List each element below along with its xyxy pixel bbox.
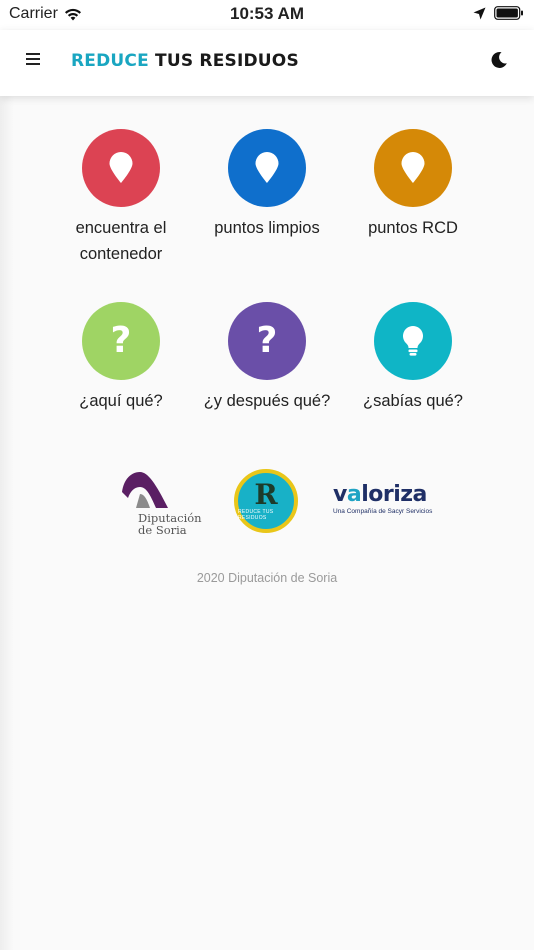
tile-circle [374,129,452,207]
tile-sabias-que[interactable]: ¿sabías qué? [338,302,488,414]
app-bar: REDUCE TUS RESIDUOS [0,30,534,96]
tile-y-despues-que[interactable]: ? ¿y después qué? [192,302,342,414]
valoriza-post: loriza [361,482,427,507]
tile-label: encuentra el contenedor [75,219,167,263]
tile-circle [228,129,306,207]
app-title-part2: TUS RESIDUOS [155,51,299,71]
status-time: 10:53 AM [229,4,304,23]
diputacion-text: Diputación de Soria [138,512,202,536]
app-title-part1: REDUCE [71,51,149,71]
valoriza-pre: v [333,482,347,507]
valoriza-logo: valoriza Una Compañía de Sacyr Servicios [333,484,433,516]
tile-circle [374,302,452,380]
moon-icon[interactable] [490,51,508,69]
tile-puntos-rcd[interactable]: puntos RCD [338,129,488,241]
status-right [473,6,524,20]
valoriza-subtitle: Una Compañía de Sacyr Servicios [333,508,433,515]
tile-label: puntos limpios [214,219,320,237]
tile-circle: ? [228,302,306,380]
valoriza-accent: a [346,482,362,507]
reduce-logo-letter: R [254,478,278,511]
menu-icon[interactable] [26,53,40,67]
diputacion-mark-icon [122,472,168,508]
sponsor-logos: Diputación de Soria R REDUCE TUS RESIDUO… [0,466,534,538]
valoriza-wordmark: valoriza [333,484,432,506]
tile-label: ¿sabías qué? [363,392,463,410]
diputacion-soria-logo: Diputación de Soria [120,470,210,536]
reduce-logo-caption: REDUCE TUS RESIDUOS [238,509,274,521]
tile-aqui-que[interactable]: ? ¿aquí qué? [46,302,196,414]
battery-icon [494,6,523,20]
question-icon: ? [110,320,132,361]
tile-circle: ? [82,302,160,380]
reduce-tus-residuos-logo: R REDUCE TUS RESIDUOS [234,469,298,533]
tile-label: ¿aquí qué? [79,392,163,410]
map-pin-icon [255,152,279,183]
location-arrow-icon [473,7,486,19]
tile-puntos-limpios[interactable]: puntos limpios [192,129,342,241]
lightbulb-icon [402,326,424,356]
tile-label: puntos RCD [368,219,458,237]
footer-copyright: 2020 Diputación de Soria [196,571,338,585]
question-icon: ? [256,320,278,361]
tile-encuentra-contenedor[interactable]: encuentra el contenedor [46,129,196,267]
app-title: REDUCE TUS RESIDUOS [71,51,299,71]
diputacion-line2: de Soria [138,523,187,537]
status-bar: Carrier 10:53 AM [0,0,534,30]
map-pin-icon [401,152,425,183]
tile-circle [82,129,160,207]
tile-label: ¿y después qué? [203,392,331,410]
map-pin-icon [109,152,133,183]
